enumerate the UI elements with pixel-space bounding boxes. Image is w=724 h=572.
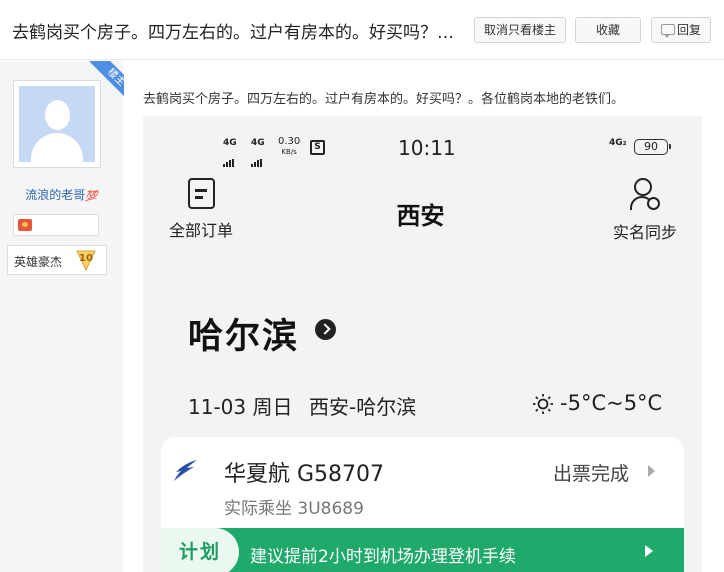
favorite-button[interactable]: 收藏 <box>575 17 641 43</box>
hundred-emoji-icon: 💯 <box>85 191 98 202</box>
all-orders-label: 全部订单 <box>168 221 233 240</box>
username[interactable]: 流浪的老哥💯 <box>0 186 123 203</box>
medal-icon[interactable] <box>18 219 32 231</box>
signal-4g-1-label: 4G <box>223 138 237 148</box>
reply-label: 回复 <box>676 23 701 37</box>
post-text: 去鹤岗买个房子。四万左右的。过户有房本的。好买吗？。各位鹤岗本地的老铁们。 <box>143 92 625 107</box>
person-sync-icon <box>630 178 660 211</box>
trip-route: 西安-哈尔滨 <box>309 395 417 419</box>
signal-right-label: 4G₂ <box>609 138 627 148</box>
user-level: 英雄豪杰 10 <box>7 245 107 275</box>
signal-4g-2-label: 4G <box>251 138 265 148</box>
avatar-image <box>19 86 95 162</box>
level-badge-icon: 10 <box>75 249 97 271</box>
weather-range: -5°C~5°C <box>560 391 663 415</box>
phone-status-bar: 4G 4G 0.30 KB/s S 10:11 4G₂ 90 <box>143 116 702 172</box>
only-op-button[interactable]: 取消只看楼主 <box>474 17 566 43</box>
realname-sync-button[interactable]: 实名同步 <box>605 178 685 243</box>
medal-box <box>13 214 99 236</box>
chevron-right-icon[interactable] <box>648 465 655 477</box>
realname-sync-label: 实名同步 <box>612 223 677 242</box>
signal-bars-2-icon <box>251 148 263 167</box>
level-number: 10 <box>79 253 93 264</box>
all-orders-button[interactable]: 全部订单 <box>165 178 237 241</box>
sun-icon <box>532 393 554 415</box>
username-text: 流浪的老哥 <box>25 188 86 202</box>
thread-title: 去鹤岗买个房子。四万左右的。过户有房本的。好买吗？。各位鹤岗本地的老铁们。 <box>12 23 462 43</box>
post-image[interactable]: 4G 4G 0.30 KB/s S 10:11 4G₂ 90 全部订单 西安 实名… <box>143 116 702 572</box>
doc-icon <box>187 178 215 209</box>
plan-arrow-icon[interactable] <box>645 545 653 557</box>
network-speed: 0.30 KB/s <box>278 136 301 157</box>
reply-button[interactable]: 回复 <box>651 17 711 43</box>
airline-logo-icon <box>172 459 198 483</box>
nav-title: 西安 <box>396 202 445 230</box>
thread-header: 去鹤岗买个房子。四万左右的。过户有房本的。好买吗？。各位鹤岗本地的老铁们。 取消… <box>0 0 724 60</box>
reply-icon <box>660 24 675 38</box>
sim-icon: S <box>310 140 325 155</box>
plan-tag: 计划 <box>161 528 239 572</box>
destination-city[interactable]: 哈尔滨 <box>188 308 299 359</box>
flight-number: 华夏航 G58707 <box>224 462 385 487</box>
plan-text: 建议提前2小时到机场办理登机手续 <box>250 547 516 567</box>
signal-bars-1-icon <box>223 148 235 167</box>
battery-icon: 90 <box>634 139 671 155</box>
ticket-status[interactable]: 出票完成 <box>553 459 629 486</box>
level-name: 英雄豪杰 <box>14 255 63 269</box>
avatar[interactable] <box>13 80 101 168</box>
trip-date: 11-03 周日 <box>188 395 293 419</box>
arrow-right-icon[interactable] <box>315 319 336 340</box>
status-time: 10:11 <box>398 136 456 160</box>
actual-flight: 实际乘坐 3U8689 <box>224 499 364 519</box>
